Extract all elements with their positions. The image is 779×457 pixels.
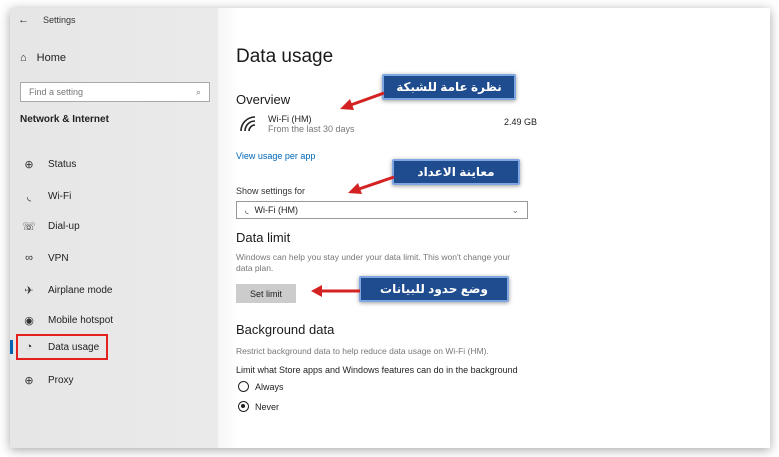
usage-amount: 2.49 GB xyxy=(504,117,538,127)
radio-label: Never xyxy=(255,401,280,412)
overview-arrow-icon xyxy=(340,91,385,110)
wifi-icon: ◟ xyxy=(26,190,32,203)
limit-callout: وضع حدود للبيانات xyxy=(359,276,509,302)
title-bar: ← Settings xyxy=(18,14,76,26)
phone-icon: ☏ xyxy=(22,220,36,233)
search-input[interactable]: Find a setting ⌕ xyxy=(20,82,210,102)
airplane-icon: ✈ xyxy=(24,284,34,297)
sidebar-item-label: Wi-Fi xyxy=(48,190,72,202)
sidebar-item-label: Airplane mode xyxy=(48,284,113,296)
data-limit-description: Windows can help you stay under your dat… xyxy=(236,252,511,273)
show-settings-label: Show settings for xyxy=(236,186,306,196)
home-label: Home xyxy=(36,52,66,64)
search-icon: ⌕ xyxy=(195,86,201,97)
section-heading: Network & Internet xyxy=(20,114,109,125)
sidebar-item-airplane[interactable]: ✈ Airplane mode xyxy=(22,280,202,300)
radio-button-icon xyxy=(238,381,249,392)
settings-callout: معاينة الاعداد xyxy=(392,159,520,185)
hotspot-icon: ◉ xyxy=(24,314,34,327)
view-usage-link[interactable]: View usage per app xyxy=(236,151,315,161)
overview-callout: نظرة عامة للشبكة xyxy=(382,74,516,100)
globe-icon: ⊕ xyxy=(24,158,34,171)
radio-always[interactable]: Always xyxy=(238,381,284,392)
wifi-icon xyxy=(238,114,260,141)
window-title: Settings xyxy=(43,15,76,25)
main-content: Data usage Overview Wi-Fi (HM) From the … xyxy=(218,8,770,448)
selected-indicator xyxy=(10,340,13,354)
set-limit-button[interactable]: Set limit xyxy=(236,284,296,303)
select-value: Wi-Fi (HM) xyxy=(254,205,298,215)
sidebar-item-label: Proxy xyxy=(48,374,74,386)
network-summary: Wi-Fi (HM) From the last 30 days xyxy=(238,114,355,141)
sidebar: ← Settings ⌂ Home Find a setting ⌕ Netwo… xyxy=(10,8,238,448)
network-text: Wi-Fi (HM) From the last 30 days xyxy=(268,114,355,141)
chevron-down-icon: ⌄ xyxy=(511,204,519,215)
settings-arrow-icon xyxy=(348,175,395,194)
sidebar-item-label: Mobile hotspot xyxy=(48,314,114,326)
background-question: Limit what Store apps and Windows featur… xyxy=(236,365,518,375)
home-icon: ⌂ xyxy=(20,52,27,64)
radio-never[interactable]: Never xyxy=(238,401,279,412)
network-select[interactable]: ◟ Wi-Fi (HM) ⌄ xyxy=(236,201,528,219)
radio-label: Always xyxy=(255,381,284,392)
sidebar-item-data-usage[interactable]: ◔ Data usage xyxy=(16,334,108,360)
sidebar-item-label: Dial-up xyxy=(48,220,80,232)
sidebar-item-label: VPN xyxy=(48,252,69,264)
page-title: Data usage xyxy=(236,46,334,67)
vpn-icon: ∞ xyxy=(25,252,33,264)
sidebar-item-home[interactable]: ⌂ Home xyxy=(20,52,66,64)
background-data-description: Restrict background data to help reduce … xyxy=(236,346,489,356)
sidebar-item-dialup[interactable]: ☏ Dial-up xyxy=(22,216,202,236)
overview-heading: Overview xyxy=(236,92,291,107)
period-text: From the last 30 days xyxy=(268,124,355,134)
wifi-icon: ◟ xyxy=(245,204,249,215)
data-usage-icon: ◔ xyxy=(25,341,33,353)
settings-window: ← Settings ⌂ Home Find a setting ⌕ Netwo… xyxy=(10,8,770,448)
network-name: Wi-Fi (HM) xyxy=(268,114,312,124)
sidebar-item-wifi[interactable]: ◟ Wi-Fi xyxy=(22,186,202,206)
background-data-heading: Background data xyxy=(236,322,335,337)
back-arrow-icon[interactable]: ← xyxy=(18,14,29,26)
radio-button-selected-icon xyxy=(238,401,249,412)
sidebar-item-proxy[interactable]: ⊕ Proxy xyxy=(22,370,202,390)
search-placeholder: Find a setting xyxy=(29,87,84,97)
sidebar-item-vpn[interactable]: ∞ VPN xyxy=(22,248,202,268)
sidebar-item-status[interactable]: ⊕ Status xyxy=(22,154,202,174)
data-limit-heading: Data limit xyxy=(236,230,291,245)
sidebar-item-hotspot[interactable]: ◉ Mobile hotspot xyxy=(22,310,202,330)
sidebar-item-label: Data usage xyxy=(48,341,100,353)
globe-icon: ⊕ xyxy=(24,374,34,387)
limit-arrow-icon xyxy=(311,285,360,297)
sidebar-item-label: Status xyxy=(48,158,77,170)
